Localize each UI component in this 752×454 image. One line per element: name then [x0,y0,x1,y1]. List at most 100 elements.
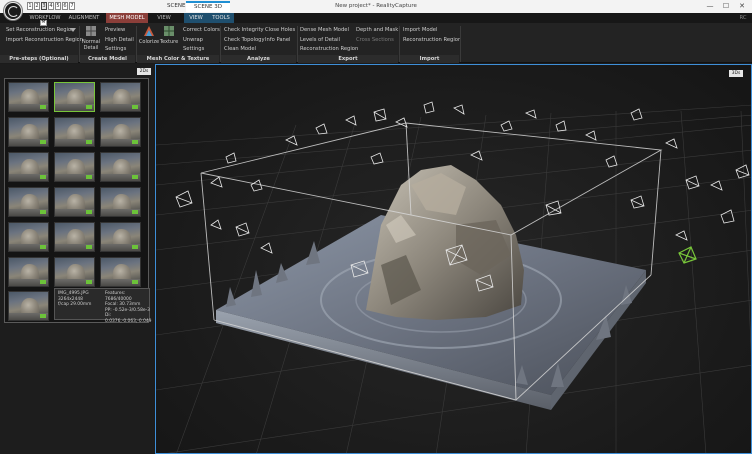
aligned-badge-icon [132,140,138,144]
high-detail-button[interactable]: High Detail [105,36,134,45]
check-topology-button[interactable]: Check Topology [224,36,265,45]
aligned-badge-icon [86,140,92,144]
window-title: New project* - RealityCapture [335,3,417,9]
aligned-badge-icon [132,175,138,179]
image-thumbnail[interactable] [54,187,95,217]
set-reconstruction-region-button[interactable]: Set Reconstruction Region [6,26,74,35]
divider [460,26,461,62]
aligned-badge-icon [132,105,138,109]
group-mesh-color-texture: Mesh Color & Texture [137,55,219,63]
image-thumbnail-selected[interactable] [54,82,95,112]
image-thumbnail[interactable] [54,152,95,182]
image-thumbnail[interactable] [8,257,49,287]
colorize-button[interactable]: Colorize [138,25,160,45]
check-integrity-button[interactable]: Check Integrity [224,26,264,35]
group-export: Export [298,55,398,63]
aligned-badge-icon [132,210,138,214]
rock-model [366,165,524,320]
maximize-icon[interactable]: ☐ [718,0,734,13]
aligned-badge-icon [132,280,138,284]
mesh-normal-icon [86,26,96,36]
aligned-badge-icon [86,210,92,214]
export-cross-sections-button[interactable]: Cross Sections [356,36,394,45]
normal-detail-button[interactable]: Normal Detail [81,25,101,51]
tab-view[interactable]: VIEW [152,13,176,23]
tooltip-focal: f/cap 29.00mm [58,302,92,307]
import-reconstruction-region-button-2[interactable]: Reconstruction Region [403,36,461,45]
export-dense-mesh-button[interactable]: Dense Mesh Model [300,26,349,35]
image-thumbnail[interactable] [8,82,49,112]
colorize-label: Colorize [138,39,160,45]
tooltip-principal-point: PP: -0.52e-3/0.58e-3 [105,307,150,313]
tooltip-distortion: Di: 0.0376,-0.063,-0.049 [105,313,152,324]
texture-button[interactable]: Texture [159,25,179,45]
colorize-icon [144,26,154,36]
image-thumbnail[interactable] [8,222,49,252]
image-thumbnail[interactable] [8,117,49,147]
images-panel-header: 2Ds [0,67,154,75]
aligned-badge-icon [86,280,92,284]
image-thumbnail[interactable] [100,117,141,147]
correct-colors-button[interactable]: Correct Colors [183,26,220,35]
unwrap-button[interactable]: Unwrap [183,36,203,45]
texture-label: Texture [159,39,179,45]
tab-alignment[interactable]: ALIGNMENT [66,13,102,23]
minimize-icon[interactable]: — [702,0,718,13]
view-type-badge[interactable]: 3Ds [729,70,743,77]
group-import: Import [400,55,459,63]
corner-badge: RC [739,15,747,21]
image-info-tooltip: IMG_4995.JPG 3264x2448 f/cap 29.00mm Fea… [54,288,151,324]
info-panel-button[interactable]: Info Panel [265,36,290,45]
aligned-badge-icon [40,140,46,144]
tab-mesh-model[interactable]: MESH MODEL [106,13,148,23]
image-thumbnail[interactable] [100,187,141,217]
tab-view-context[interactable]: VIEW [184,13,208,23]
scene-3d-canvas[interactable] [156,65,752,454]
dropdown-icon[interactable] [70,28,76,33]
preview-button[interactable]: Preview [105,26,125,35]
panel-type-badge[interactable]: 2Ds [137,68,151,75]
export-depth-mask-button[interactable]: Depth and Mask [356,26,398,35]
import-model-button[interactable]: Import Model [403,26,437,35]
clean-model-button[interactable]: Clean Model [224,45,256,54]
export-reconstruction-region-button[interactable]: Reconstruction Region [300,45,358,54]
aligned-badge-icon [132,245,138,249]
ribbon-tab-row: WORKFLOW ALIGNMENT MESH MODEL VIEW VIEW … [0,13,752,23]
close-holes-button[interactable]: Close Holes [265,26,295,35]
tooltip-features: Features: 7686/40000 [105,291,132,302]
group-create-model: Create Model [80,55,135,63]
image-thumbnail[interactable] [8,187,49,217]
image-thumbnail[interactable] [100,257,141,287]
aligned-badge-icon [40,280,46,284]
export-levels-of-detail-button[interactable]: Levels of Detail [300,36,340,45]
aligned-badge-icon [86,245,92,249]
image-thumbnail[interactable] [100,152,141,182]
image-thumbnail[interactable] [54,257,95,287]
texture-settings-button[interactable]: Settings [183,45,204,54]
import-reconstruction-region-button[interactable]: Import Reconstruction Region [6,36,83,45]
group-analyze: Analyze [221,55,296,63]
group-pre-steps: Pre-steps (Optional) [0,55,78,63]
aligned-badge-icon [86,175,92,179]
detail-label: Detail [83,45,99,51]
aligned-badge-icon [40,210,46,214]
ribbon-panel: Set Reconstruction Region Import Reconst… [0,23,752,63]
image-thumbnail[interactable] [100,222,141,252]
images-panel: 2Ds IMG_4995.JPG 3264x2448 f/cap 29.00mm… [0,64,154,454]
image-thumbnail[interactable] [54,117,95,147]
image-thumbnail[interactable] [8,291,49,321]
image-thumbnail[interactable] [54,222,95,252]
aligned-badge-icon [86,105,92,109]
aligned-badge-icon [40,245,46,249]
thumbnail-grid [4,78,149,323]
aligned-badge-icon [40,314,46,318]
close-icon[interactable]: ✕ [734,0,750,13]
title-bar: 1 2 3 4 5 6 7 SCENE 2D SCENE 3D New proj… [0,0,752,20]
tab-tools[interactable]: TOOLS [208,13,234,23]
image-thumbnail[interactable] [100,82,141,112]
app-logo-icon[interactable] [4,2,22,20]
aligned-badge-icon [40,105,46,109]
scene-3d-viewport[interactable]: 3Ds [155,64,752,454]
create-settings-button[interactable]: Settings [105,45,126,54]
image-thumbnail[interactable] [8,152,49,182]
